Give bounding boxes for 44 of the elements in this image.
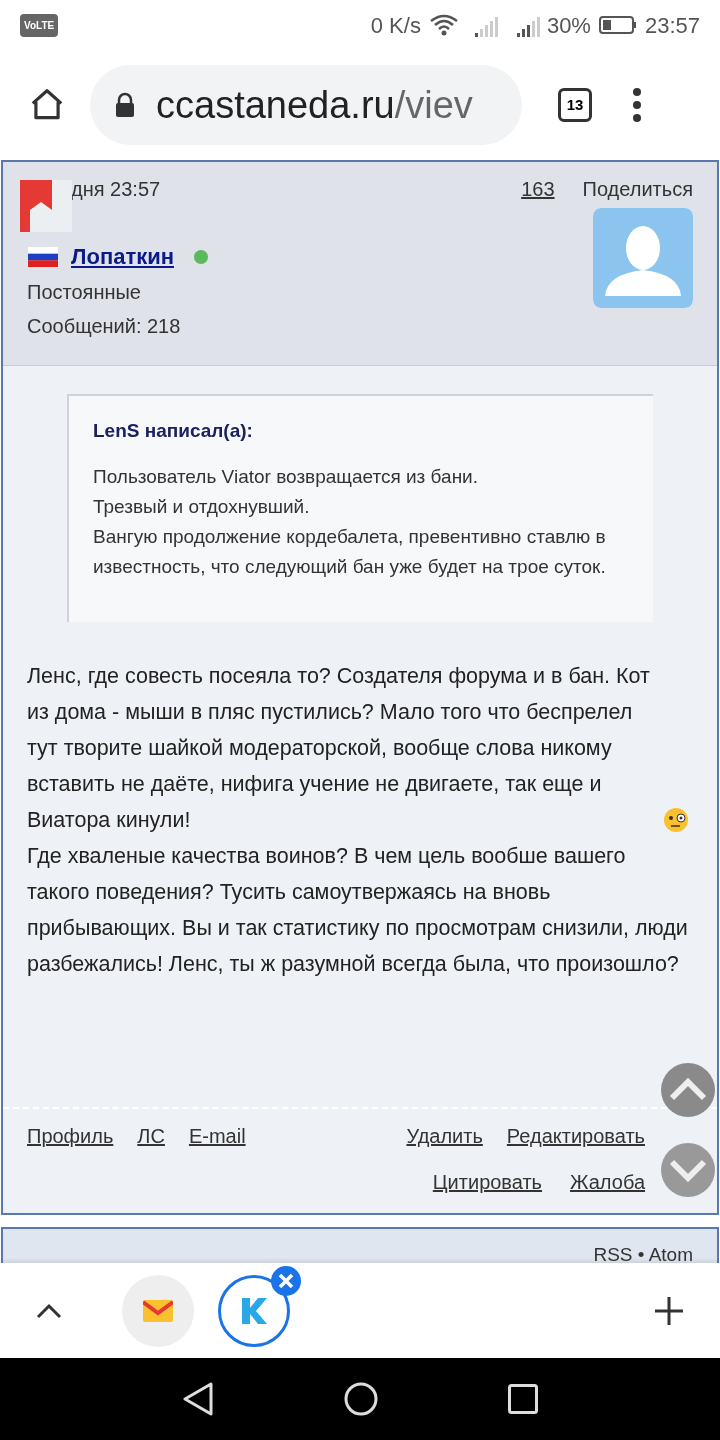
post-text: Ленс, где совесть посеяла то? Создателя форума и в бан. Кот из дома - мыши в пляс пустились? Мало того что беспрелел тут творите шайкой модераторской, вообще слова никому вставить не даёте, нифига учение не двигаете, так еще и Виатора кинули! [27, 663, 651, 834]
url-host: ccastaneda.ru [156, 82, 395, 128]
footer-link[interactable]: Удалить [406, 1121, 483, 1151]
footer-link[interactable]: Жалоба [570, 1167, 645, 1197]
menu-icon[interactable] [632, 87, 642, 123]
lock-icon [114, 92, 136, 118]
quote-text: Вангую продолжение кордебалета, превентивно ставлю в известность, что следующий бан уже будет на трое суток. [93, 525, 607, 579]
mail-icon [143, 1299, 173, 1322]
url-path: /viev [394, 82, 473, 128]
quote-text: Пользователь Viator возвращается из бани. [93, 465, 479, 489]
k-logo-icon [240, 1295, 268, 1326]
back-icon[interactable] [182, 1382, 214, 1416]
post-text: Где хваленые качества воинов? В чем цель вообше вашего такого поведения? Тусить самоутвержаясь на вновь прибывающих. Вы и так статистику по просмотрам снизили, люди разбежались! Ленс, ты ж разумной всегда была, что произошло? [27, 843, 689, 978]
scroll-up-icon[interactable] [660, 1062, 716, 1118]
feed-links[interactable]: RSS • Atom [593, 1244, 693, 1263]
footer-link[interactable]: ЛС [137, 1121, 165, 1151]
footer-link[interactable]: E-mail [188, 1121, 246, 1151]
footer-link[interactable]: Цитировать [432, 1167, 543, 1197]
bookmark-icon[interactable] [20, 180, 72, 232]
wifi-icon [428, 13, 459, 37]
quote-text: Трезвый и отдохнувший. [93, 495, 311, 519]
close-icon[interactable] [270, 1264, 302, 1297]
network-speed: 0 K/s [370, 11, 421, 40]
clock: 23:57 [644, 11, 700, 40]
emoji-icon [663, 807, 689, 833]
expand-icon[interactable] [36, 1302, 62, 1319]
battery-icon [598, 15, 637, 35]
footer-link[interactable]: Профиль [27, 1121, 114, 1151]
post-count: Сообщений: 218 [27, 314, 182, 339]
battery-level: 30% [546, 11, 591, 40]
flag-icon [27, 246, 59, 267]
post-number-link[interactable]: 163 [521, 174, 555, 204]
volte-badge: VoLTE [20, 13, 59, 37]
user-rank: Постоянные [27, 280, 142, 305]
new-tab-icon[interactable] [654, 1295, 684, 1326]
home-nav-icon[interactable] [344, 1382, 378, 1416]
quote-author: LenS написал(а): [93, 419, 254, 443]
recents-icon[interactable] [508, 1384, 538, 1414]
footer-link[interactable]: Редактировать [506, 1121, 645, 1151]
tab-count[interactable]: 13 [558, 88, 592, 122]
address-bar[interactable]: ccastaneda.ru/viev [90, 65, 522, 145]
share-link[interactable]: Поделиться [582, 174, 693, 204]
author-link[interactable]: Лопаткин [71, 240, 174, 273]
post-date: дня 23:57 [71, 177, 162, 202]
